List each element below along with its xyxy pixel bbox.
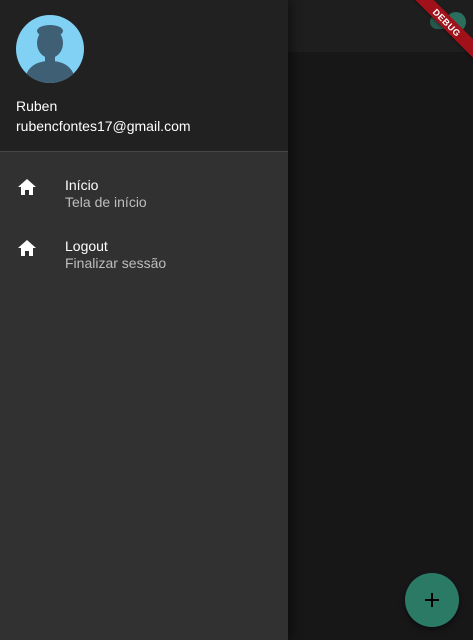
account-email: rubencfontes17@gmail.com [16,118,191,134]
toggle-thumb [446,12,466,32]
home-icon [17,177,37,197]
drawer-item-title: Início [65,177,99,193]
person-icon [24,25,76,83]
drawer-item-subtitle: Finalizar sessão [65,255,167,271]
avatar[interactable] [16,15,84,83]
drawer-item-inicio[interactable]: Início Tela de início [0,169,288,230]
drawer-menu: Início Tela de início Logout Finalizar s… [0,152,288,291]
theme-toggle[interactable] [430,12,466,32]
navigation-drawer: Ruben rubencfontes17@gmail.com Início Te… [0,0,288,640]
drawer-item-subtitle: Tela de início [65,194,147,210]
add-button[interactable] [405,573,459,627]
drawer-item-title: Logout [65,238,108,254]
plus-icon [425,593,439,607]
drawer-item-logout[interactable]: Logout Finalizar sessão [0,230,288,291]
home-icon [17,238,37,258]
account-name: Ruben [16,98,58,114]
account-header: Ruben rubencfontes17@gmail.com [0,0,288,152]
